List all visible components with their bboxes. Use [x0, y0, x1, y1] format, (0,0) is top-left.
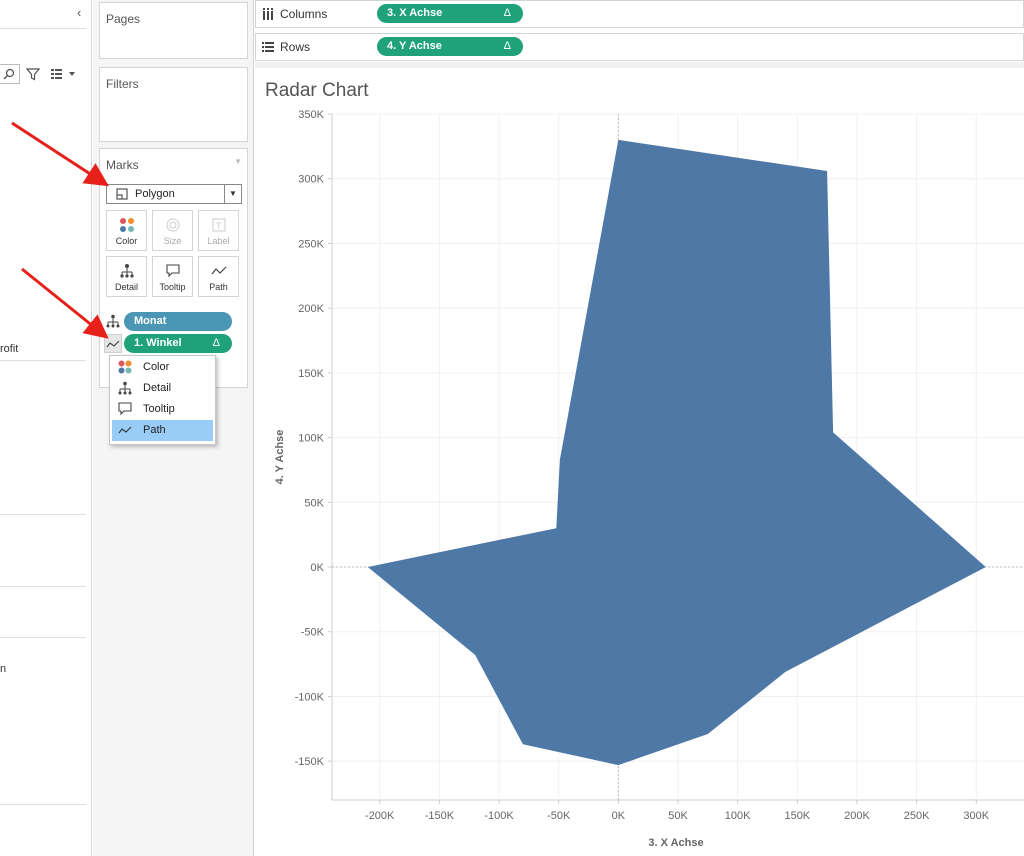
mark-type-dropdown[interactable]: Polygon ▼ [106, 184, 242, 204]
chevron-down-icon: ▼ [224, 185, 241, 203]
columns-icon [263, 8, 273, 20]
search-icon [3, 68, 15, 80]
path-icon [118, 426, 132, 434]
color-icon [118, 360, 132, 374]
menu-item-tooltip[interactable]: Tooltip [112, 399, 213, 420]
x-tick-label: 100K [725, 810, 751, 822]
tooltip-button[interactable]: Tooltip [152, 256, 193, 297]
field-fragment[interactable]: n [0, 663, 6, 675]
divider [0, 804, 86, 805]
detail-icon [118, 381, 132, 395]
x-tick-label: 0K [612, 810, 626, 822]
y-tick-label: 300K [298, 174, 324, 186]
field-fragment[interactable]: rofit [0, 343, 18, 355]
columns-label: Columns [280, 7, 328, 21]
y-tick-label: 150K [298, 368, 324, 380]
rows-y-achse-pill[interactable]: 4. Y Achse Δ [377, 37, 523, 56]
menu-item-path[interactable]: Path [112, 420, 213, 441]
divider [0, 360, 86, 361]
label-button: T Label [198, 210, 239, 251]
x-tick-label: 200K [844, 810, 870, 822]
size-icon [166, 218, 180, 232]
encoding-context-menu: Color Detail Tooltip Path [109, 355, 216, 445]
columns-x-achse-pill[interactable]: 3. X Achse Δ [377, 4, 523, 23]
mark-type-label: Polygon [135, 188, 175, 200]
x-tick-label: -50K [547, 810, 571, 822]
columns-shelf[interactable]: Columns 3. X Achse Δ [255, 0, 1024, 28]
view-options-icon[interactable] [50, 68, 76, 80]
label-icon: T [212, 218, 226, 232]
rows-icon [262, 42, 274, 52]
x-tick-label: -100K [484, 810, 514, 822]
winkel-pill[interactable]: 1. Winkel Δ [124, 334, 232, 353]
divider [0, 514, 86, 515]
x-tick-label: 50K [668, 810, 688, 822]
x-tick-label: -150K [425, 810, 455, 822]
y-tick-label: -150K [295, 756, 325, 768]
radar-chart[interactable]: -200K -150K -100K -50K 0K 50K 100K 150K 200K 250K… [255, 68, 1024, 856]
color-icon [120, 218, 134, 232]
marks-card: Marks ▼ Polygon ▼ Color Size T Label Det… [99, 148, 248, 388]
monat-pill[interactable]: Monat [124, 312, 232, 331]
x-tick-label: 300K [963, 810, 989, 822]
y-tick-label: 50K [304, 497, 324, 509]
menu-item-detail[interactable]: Detail [112, 378, 213, 399]
detail-button[interactable]: Detail [106, 256, 147, 297]
detail-icon [106, 314, 120, 328]
radar-polygon[interactable] [367, 139, 986, 766]
y-tick-label: 0K [311, 562, 325, 574]
y-axis-label: 4. Y Achse [274, 430, 286, 485]
search-box[interactable] [0, 64, 20, 84]
x-tick-label: 250K [904, 810, 930, 822]
path-button[interactable]: Path [198, 256, 239, 297]
filters-title: Filters [106, 77, 139, 91]
y-tick-label: 350K [298, 109, 324, 121]
svg-text:T: T [216, 221, 222, 231]
x-tick-label: 150K [784, 810, 810, 822]
y-tick-label: -50K [301, 627, 325, 639]
marks-title: Marks [106, 158, 139, 172]
y-tick-label: 200K [298, 303, 324, 315]
divider [0, 586, 86, 587]
x-tick-label: -200K [365, 810, 395, 822]
pages-card[interactable]: Pages [99, 2, 248, 59]
collapse-icon[interactable]: ‹ [77, 5, 81, 20]
filters-card[interactable]: Filters [99, 67, 248, 142]
path-icon [106, 340, 120, 348]
detail-icon [120, 264, 134, 278]
y-tick-label: -100K [295, 691, 325, 703]
data-pane: ‹ rofit n [0, 0, 92, 856]
rows-label: Rows [280, 40, 311, 54]
size-button: Size [152, 210, 193, 251]
menu-item-color[interactable]: Color [112, 357, 213, 378]
divider [0, 28, 86, 29]
color-button[interactable]: Color [106, 210, 147, 251]
chart-view[interactable]: Radar Chart -200K -150K -100K -50K 0K 50K 100K… [255, 68, 1024, 856]
marks-menu-icon[interactable]: ▼ [234, 157, 242, 166]
tooltip-icon [166, 264, 180, 278]
path-icon [211, 266, 227, 275]
y-tick-label: 250K [298, 238, 324, 250]
tooltip-icon [118, 402, 132, 416]
rows-shelf[interactable]: Rows 4. Y Achse Δ [255, 33, 1024, 61]
filter-icon[interactable] [26, 67, 40, 81]
polygon-icon [116, 188, 128, 200]
pages-title: Pages [106, 12, 141, 26]
y-tick-label: 100K [298, 433, 324, 445]
path-encoding-icon-box[interactable] [104, 334, 122, 353]
x-axis-label: 3. X Achse [648, 837, 703, 849]
divider [0, 637, 86, 638]
